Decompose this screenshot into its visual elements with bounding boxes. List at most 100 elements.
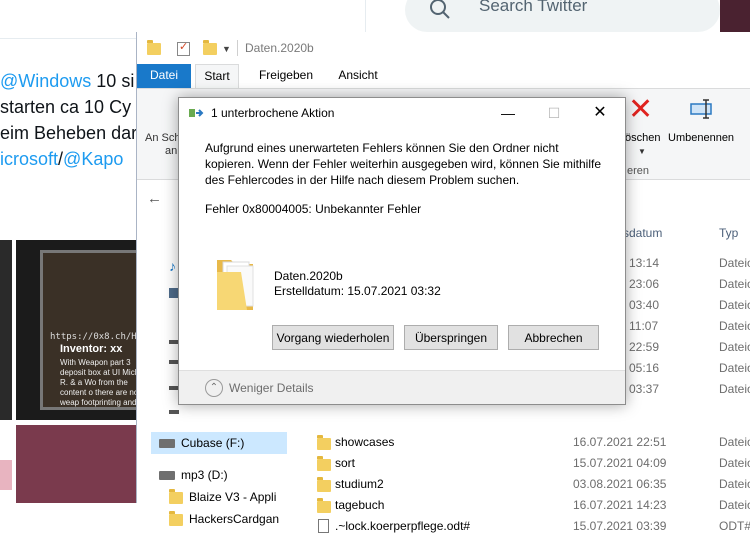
error-message: Aufgrund eines unerwarteten Fehlers könn… [205, 141, 602, 187]
mention-link[interactable]: icrosoft [0, 149, 58, 169]
row-date: 23:06 [629, 277, 660, 291]
tweet-line: @Windows 10 si [0, 68, 137, 94]
row-date: 11:07 [629, 319, 659, 333]
table-row[interactable]: tagebuch 16.07.2021 14:23 Dateio [287, 495, 750, 516]
row-type: Dateio [719, 277, 750, 291]
row-type: Dateio [719, 319, 750, 333]
chevron-down-icon[interactable]: ▼ [638, 147, 646, 156]
tab-ansicht[interactable]: Ansicht [333, 64, 383, 88]
table-row[interactable]: showcases 16.07.2021 22:51 Dateio [287, 432, 750, 453]
properties-icon[interactable] [177, 40, 190, 56]
row-name: sort [335, 456, 356, 470]
tweet-media-thumbnail[interactable] [0, 460, 12, 490]
dialog-titlebar[interactable]: 1 unterbrochene Aktion — ☐ ✕ [179, 98, 625, 128]
tab-datei[interactable]: Datei [137, 64, 191, 88]
item-name: Daten.2020b [274, 269, 343, 283]
row-date: 22:59 [629, 340, 660, 354]
music-icon[interactable]: ♪ [169, 258, 176, 274]
row-date: 16.07.2021 14:23 [573, 498, 667, 512]
rename-button-label[interactable]: Umbenennen [668, 132, 734, 144]
row-type: Dateio [719, 382, 750, 396]
close-button[interactable]: ✕ [577, 98, 623, 128]
column-header-type[interactable]: Typ [719, 220, 738, 246]
folder-icon [317, 435, 331, 450]
maximize-button[interactable]: ☐ [531, 98, 577, 128]
back-arrow-icon[interactable]: ← [147, 190, 162, 207]
ribbon-left-button-label[interactable]: An Sch an [145, 132, 180, 158]
nav-item-folder[interactable]: HackersCardgan [169, 508, 280, 530]
nav-item-label: mp3 (D:) [181, 468, 228, 482]
rename-icon[interactable] [690, 99, 712, 119]
table-row[interactable]: sort 15.07.2021 04:09 Dateio [287, 453, 750, 474]
row-date: 16.07.2021 22:51 [573, 435, 667, 449]
chevron-down-icon[interactable]: ▼ [222, 44, 231, 54]
item-date: Erstelldatum: 15.07.2021 03:32 [274, 284, 441, 298]
ribbon-group-label: eren [627, 165, 650, 177]
twitter-search-placeholder: Search Twitter [479, 0, 588, 15]
delete-button-label[interactable]: öschen [625, 132, 660, 144]
row-name: studium2 [335, 477, 384, 491]
tweet-text-fragment: eim Beheben dar [0, 123, 138, 143]
tweet-media-image[interactable] [16, 425, 136, 503]
retry-button[interactable]: Vorgang wiederholen [272, 325, 394, 350]
twitter-separator [0, 38, 136, 39]
chevron-up-icon[interactable]: ⌃ [205, 379, 223, 397]
quick-access-toolbar: ▼ Daten.2020b [137, 32, 750, 64]
tweet-media-thumbnail[interactable] [0, 240, 12, 420]
delete-icon[interactable]: ✕ [628, 95, 653, 125]
copy-icon [189, 109, 204, 117]
file-icon [318, 519, 329, 533]
error-code: Fehler 0x80004005: Unbekannter Fehler [205, 202, 422, 216]
folder-icon [169, 511, 183, 526]
tab-freigeben[interactable]: Freigeben [251, 64, 321, 88]
less-details-toggle[interactable]: Weniger Details [229, 381, 313, 395]
row-type: ODT#- [719, 519, 750, 533]
dialog-footer: ⌃ Weniger Details [179, 370, 625, 404]
mention-link[interactable]: @Kapo [63, 149, 123, 169]
search-icon [430, 0, 450, 19]
folder-icon[interactable] [147, 40, 161, 55]
folder-icon [217, 260, 254, 310]
row-type: Dateio [719, 456, 750, 470]
tweet-text-fragment: 10 si [91, 71, 135, 91]
column-header-date[interactable]: sdatum [623, 220, 662, 246]
mention-link[interactable]: @Windows [0, 71, 91, 91]
drive-icon[interactable] [169, 410, 179, 414]
folder-icon [317, 456, 331, 471]
ribbon-label-line: An Sch [145, 132, 181, 144]
new-folder-icon[interactable] [203, 40, 217, 55]
twitter-profile-image[interactable] [720, 0, 750, 32]
card-url: https://0x8.ch/H [50, 332, 136, 342]
tweet-media-image[interactable]: https://0x8.ch/H Inventor: xx With Weapo… [16, 240, 136, 420]
row-date: 13:14 [629, 256, 660, 270]
row-type: Dateio [719, 477, 750, 491]
cancel-button[interactable]: Abbrechen [508, 325, 599, 350]
row-type: Dateio [719, 340, 750, 354]
table-row[interactable]: .~lock.koerperpflege.odt# 15.07.2021 03:… [287, 516, 750, 537]
drive-icon [159, 439, 175, 448]
row-date: 03:37 [629, 382, 660, 396]
ribbon-tabs: Datei Start Freigeben Ansicht [137, 64, 750, 88]
minimize-button[interactable]: — [485, 98, 531, 128]
nav-item-cubase-drive[interactable]: Cubase (F:) [151, 432, 287, 454]
row-name: showcases [335, 435, 395, 449]
tweet-line: icrosoft/@Kapo [0, 146, 137, 172]
nav-item-mp3-drive[interactable]: mp3 (D:) [159, 464, 228, 486]
tweet-text-fragment: starten ca 10 Cy [0, 97, 132, 117]
row-type: Dateio [719, 498, 750, 512]
error-dialog: 1 unterbrochene Aktion — ☐ ✕ Aufgrund ei… [178, 97, 626, 405]
twitter-search-box[interactable]: Search Twitter [405, 0, 720, 32]
row-date: 03.08.2021 06:35 [573, 477, 667, 491]
row-date: 05:16 [629, 361, 660, 375]
folder-icon [169, 489, 183, 504]
nav-item-label: HackersCardgan [189, 512, 280, 526]
tab-start[interactable]: Start [195, 64, 239, 88]
row-date: 15.07.2021 04:09 [573, 456, 667, 470]
table-row[interactable]: studium2 03.08.2021 06:35 Dateio [287, 474, 750, 495]
skip-button[interactable]: Überspringen [404, 325, 498, 350]
nav-item-label: Blaize V3 - Appli [189, 490, 277, 504]
tweet-text: @Windows 10 si starten ca 10 Cy eim Behe… [0, 68, 137, 172]
nav-item-folder[interactable]: Blaize V3 - Appli [169, 486, 277, 508]
card-title: Inventor: xx [60, 343, 123, 355]
row-type: Dateio [719, 298, 750, 312]
